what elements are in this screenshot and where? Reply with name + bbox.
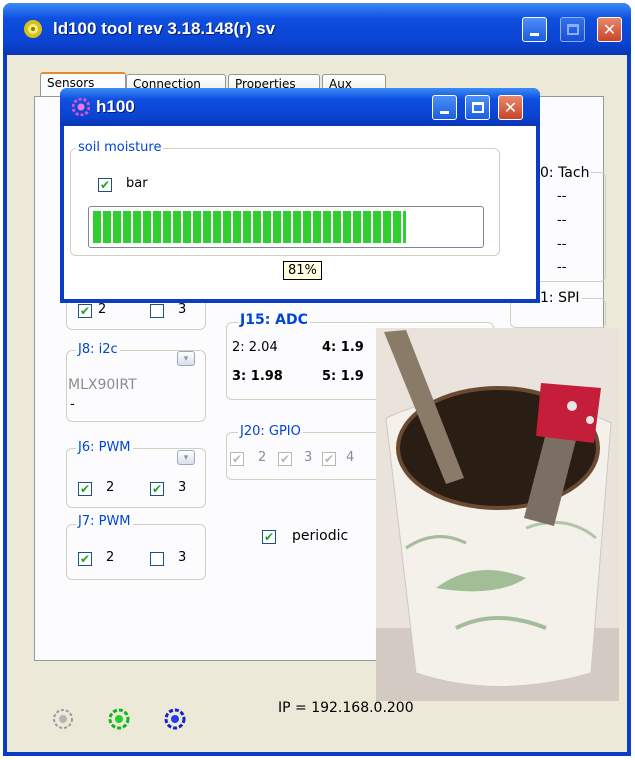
close-button[interactable]: ✕ <box>597 17 622 42</box>
soil-moisture-legend: soil moisture <box>76 140 164 155</box>
tach-value: -- <box>557 260 567 275</box>
adc-value: 2: 2.04 <box>232 340 278 355</box>
gpio-checkbox-3[interactable]: ✔ <box>278 452 292 466</box>
top-left-checkbox-2[interactable]: ✔ <box>78 304 92 318</box>
gpio-label-2: 2 <box>258 450 267 465</box>
grey-sensor-icon[interactable] <box>52 708 74 734</box>
h100-close-button[interactable]: ✕ <box>498 95 523 120</box>
j6-label-2: 2 <box>106 480 115 495</box>
top-left-label-3: 3 <box>178 302 187 317</box>
top-left-checkbox-3[interactable] <box>150 304 164 318</box>
j20-legend: J20: GPIO <box>238 424 303 439</box>
progress-fill <box>93 211 406 243</box>
j6-label-3: 3 <box>178 480 187 495</box>
periodic-checkbox[interactable]: ✔ <box>262 530 276 544</box>
j7-label-2: 2 <box>106 550 115 565</box>
spi-legend: 1: SPI <box>538 290 582 306</box>
soil-moisture-progress-bar <box>88 206 484 248</box>
tach-value: -- <box>557 189 567 204</box>
minimize-button[interactable] <box>522 17 547 42</box>
j8-device: MLX90IRT <box>68 377 137 393</box>
app-icon <box>23 19 43 43</box>
tach-value: -- <box>557 213 567 228</box>
j6-checkbox-3[interactable]: ✔ <box>150 482 164 496</box>
tach-legend: 0: Tach <box>538 165 592 181</box>
j7-label-3: 3 <box>178 550 187 565</box>
main-titlebar[interactable]: ld100 tool rev 3.18.148(r) sv ✕ <box>3 3 631 55</box>
progress-tooltip: 81% <box>283 261 322 280</box>
gpio-checkbox-4[interactable]: ✔ <box>322 452 336 466</box>
bar-label: bar <box>126 176 148 191</box>
j7-checkbox-2[interactable]: ✔ <box>78 552 92 566</box>
soil-sensor-photo <box>376 328 619 701</box>
bar-checkbox[interactable]: ✔ <box>98 178 112 192</box>
h100-app-icon <box>71 97 91 120</box>
j8-value: - <box>70 397 75 412</box>
j6-checkbox-2[interactable]: ✔ <box>78 482 92 496</box>
gpio-label-3: 3 <box>304 450 313 465</box>
green-sensor-icon[interactable] <box>108 708 130 734</box>
ip-address: IP = 192.168.0.200 <box>278 700 414 716</box>
j6-legend: J6: PWM <box>76 440 133 455</box>
tach-value: -- <box>557 237 567 252</box>
main-window-title: ld100 tool rev 3.18.148(r) sv <box>53 19 276 38</box>
h100-titlebar[interactable]: h100 ✕ <box>60 88 540 126</box>
maximize-button <box>560 17 585 42</box>
top-left-label-2: 2 <box>98 302 107 317</box>
periodic-label: periodic <box>292 528 349 544</box>
gpio-checkbox-2[interactable]: ✔ <box>230 452 244 466</box>
j8-legend: J8: i2c <box>76 342 120 357</box>
h100-window-title: h100 <box>96 97 135 116</box>
adc-value: 3: 1.98 <box>232 369 283 384</box>
adc-value: 4: 1.9 <box>322 340 364 355</box>
blue-sensor-icon[interactable] <box>164 708 186 734</box>
j8-settings-button[interactable]: ▾ <box>177 351 195 366</box>
j7-checkbox-3[interactable] <box>150 552 164 566</box>
gpio-label-4: 4 <box>346 450 355 465</box>
h100-maximize-button[interactable] <box>465 95 490 120</box>
j15-legend: J15: ADC <box>238 312 310 328</box>
j7-legend: J7: PWM <box>76 514 133 529</box>
h100-minimize-button[interactable] <box>432 95 457 120</box>
adc-value: 5: 1.9 <box>322 369 364 384</box>
j6-settings-button[interactable]: ▾ <box>177 450 195 465</box>
